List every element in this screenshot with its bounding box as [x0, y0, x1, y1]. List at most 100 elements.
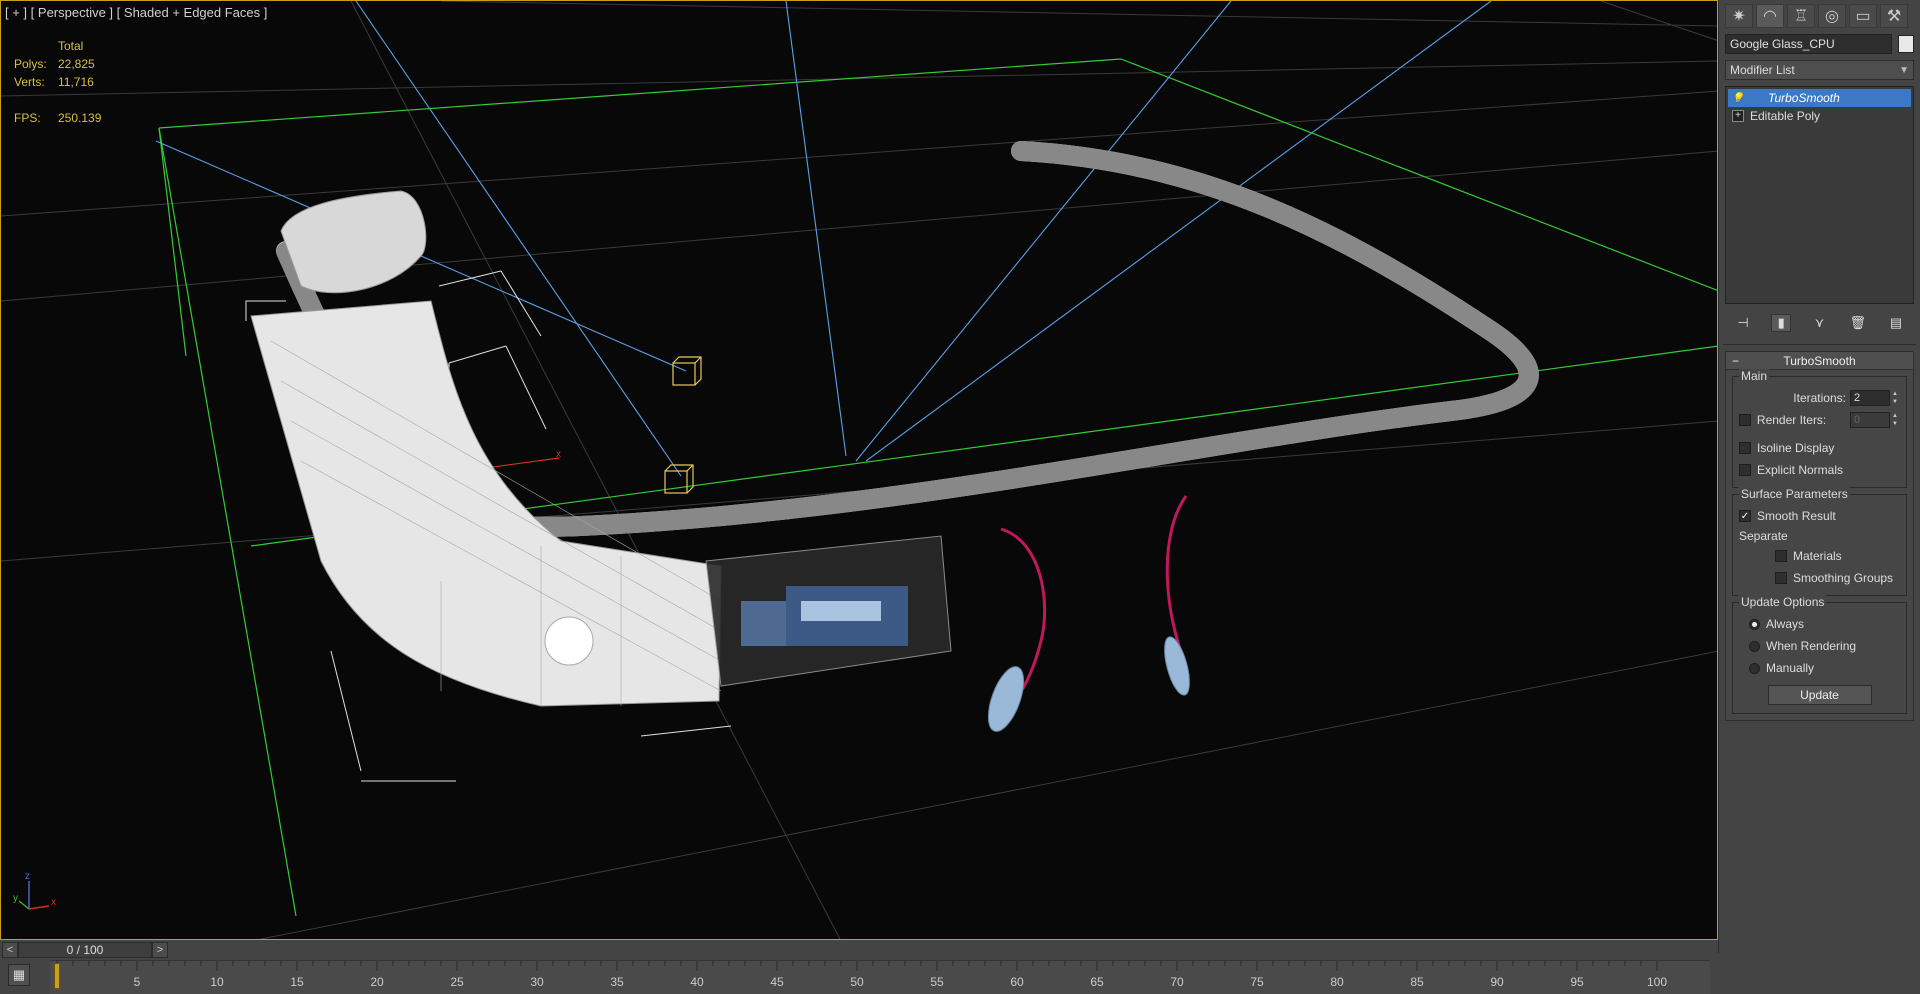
object-name-field[interactable]: Google Glass_CPU [1725, 34, 1893, 54]
fps-label: FPS: [14, 111, 41, 125]
create-icon[interactable]: ✷ [1725, 4, 1753, 28]
viewport-menu-pov[interactable]: [ Perspective ] [31, 5, 113, 20]
track-tick-label: 40 [690, 975, 704, 989]
smooth-result-checkbox[interactable]: ✓ [1739, 510, 1751, 522]
surface-parameters-group: Surface Parameters ✓ Smooth Result Separ… [1732, 487, 1907, 596]
collapse-icon[interactable]: − [1732, 354, 1739, 368]
render-iters-input[interactable] [1850, 412, 1890, 428]
viewport-scene[interactable]: z y x [1, 1, 1718, 940]
stack-item-label: TurboSmooth [1768, 91, 1840, 105]
remove-modifier-icon[interactable]: 🗑 [1848, 314, 1868, 332]
timeline: < 0 / 100 > ▦ 5 10 15 20 25 30 35 40 45 50 55 60 65 7… [0, 940, 1718, 994]
modify-icon[interactable]: ◠ [1756, 4, 1784, 28]
stats-header: Total [58, 39, 84, 53]
glass-frame-mesh[interactable] [250, 141, 1539, 707]
perspective-viewport[interactable]: z y x [0, 0, 1718, 940]
track-tick-label: 80 [1330, 975, 1344, 989]
track-bar-toggle-icon[interactable]: ▦ [8, 964, 30, 986]
materials-label: Materials [1793, 549, 1842, 563]
stack-item-editable-poly[interactable]: + Editable Poly [1728, 107, 1911, 125]
iterations-input[interactable] [1850, 390, 1890, 406]
when-rendering-label: When Rendering [1766, 639, 1857, 653]
verts-label: Verts: [14, 75, 45, 89]
track-tick-label: 45 [770, 975, 784, 989]
update-options-group: Update Options Always When Rendering Man… [1732, 595, 1907, 714]
earbud-cable[interactable] [981, 495, 1194, 736]
when-rendering-radio[interactable] [1749, 640, 1760, 652]
render-iters-label: Render Iters: [1756, 413, 1827, 427]
time-slider-next-button[interactable]: > [152, 942, 168, 958]
group-title-update: Update Options [1739, 595, 1827, 609]
show-end-result-icon[interactable]: ▮ [1771, 314, 1792, 332]
time-slider[interactable]: < 0 / 100 > [0, 940, 1718, 960]
always-radio[interactable] [1749, 618, 1760, 630]
hierarchy-icon[interactable]: ♖ [1787, 4, 1815, 28]
spinner-arrows-icon[interactable]: ▲ ▼ [1890, 390, 1900, 406]
track-tick-label: 35 [610, 975, 624, 989]
track-tick-label: 60 [1010, 975, 1024, 989]
viewport-label: [ + ] [ Perspective ] [ Shaded + Edged F… [5, 5, 267, 20]
track-tick-label: 100 [1646, 975, 1668, 989]
rollout-header[interactable]: − TurboSmooth [1726, 352, 1913, 370]
main-group: Main Iterations: ▲▼ Render Iters: ▲▼ Iso… [1732, 369, 1907, 488]
group-title-surface: Surface Parameters [1739, 487, 1850, 501]
modifier-stack: 💡 TurboSmooth + Editable Poly [1725, 86, 1914, 304]
track-tick-label: 5 [133, 975, 141, 989]
viewport-menu-shading[interactable]: [ Shaded + Edged Faces ] [117, 5, 268, 20]
polys-value: 22,825 [58, 57, 95, 71]
always-label: Always [1766, 617, 1805, 631]
polys-label: Polys: [14, 57, 47, 71]
track-tick-label: 95 [1570, 975, 1584, 989]
current-frame-marker[interactable] [54, 963, 60, 989]
iterations-spinner[interactable]: ▲▼ [1850, 390, 1900, 406]
render-iters-checkbox[interactable] [1739, 414, 1751, 426]
stack-item-label: Editable Poly [1750, 109, 1821, 123]
viewport-menu-plus[interactable]: [ + ] [5, 5, 27, 20]
update-button[interactable]: Update [1767, 685, 1872, 705]
fps-value: 250.139 [58, 111, 102, 125]
manually-radio[interactable] [1749, 662, 1760, 674]
smoothing-groups-checkbox[interactable] [1775, 572, 1787, 584]
explicit-normals-label: Explicit Normals [1757, 463, 1844, 477]
rollout-title: TurboSmooth [1783, 353, 1856, 368]
make-unique-icon[interactable]: ⋎ [1810, 314, 1830, 332]
light-helper[interactable] [664, 356, 702, 494]
track-tick-label: 65 [1090, 975, 1104, 989]
track-tick-label: 15 [290, 975, 304, 989]
spinner-arrows-icon[interactable]: ▲ ▼ [1890, 412, 1900, 428]
pin-stack-icon[interactable]: ⊣ [1733, 314, 1753, 332]
turbosmooth-rollout: − TurboSmooth Main Iterations: ▲▼ Render… [1725, 351, 1914, 721]
separate-label: Separate [1739, 529, 1788, 543]
configure-sets-icon[interactable]: ▤ [1886, 314, 1906, 332]
isoline-display-checkbox[interactable] [1739, 442, 1751, 454]
verts-value: 11,716 [58, 75, 94, 89]
stack-item-turbosmooth[interactable]: 💡 TurboSmooth [1728, 89, 1911, 107]
expand-plus-icon[interactable]: + [1732, 110, 1744, 122]
explicit-normals-checkbox[interactable] [1739, 464, 1751, 476]
command-panel-tabs: ✷ ◠ ♖ ◎ ▭ ⚒ [1719, 0, 1920, 30]
gizmo-x-label: x [556, 449, 561, 460]
track-tick-label: 10 [210, 975, 224, 989]
world-x-label: x [51, 897, 56, 908]
track-tick-label: 50 [850, 975, 864, 989]
motion-icon[interactable]: ◎ [1818, 4, 1846, 28]
track-bar[interactable]: 5 10 15 20 25 30 35 40 45 50 55 60 65 70 75 80 85 90 95 100 [50, 960, 1710, 994]
track-tick-label: 75 [1250, 975, 1264, 989]
utilities-icon[interactable]: ⚒ [1880, 4, 1908, 28]
viewport-statistics: Total Polys: 22,825 Verts: 11,716 FPS: 250.… [14, 37, 101, 127]
track-tick-label: 85 [1410, 975, 1424, 989]
world-y-label: y [13, 893, 18, 904]
materials-checkbox[interactable] [1775, 550, 1787, 562]
track-tick-label: 90 [1490, 975, 1504, 989]
track-tick-label: 70 [1170, 975, 1184, 989]
modifier-list-dropdown[interactable]: Modifier List ▼ [1725, 60, 1914, 80]
isoline-display-label: Isoline Display [1757, 441, 1835, 455]
display-icon[interactable]: ▭ [1849, 4, 1877, 28]
smoothing-groups-label: Smoothing Groups [1793, 571, 1894, 585]
render-iters-spinner[interactable]: ▲▼ [1850, 412, 1900, 428]
lightbulb-icon[interactable]: 💡 [1732, 92, 1744, 104]
world-z-label: z [25, 871, 30, 882]
time-slider-prev-button[interactable]: < [2, 942, 18, 958]
time-slider-value[interactable]: 0 / 100 [18, 942, 152, 958]
object-color-swatch[interactable] [1898, 35, 1914, 53]
